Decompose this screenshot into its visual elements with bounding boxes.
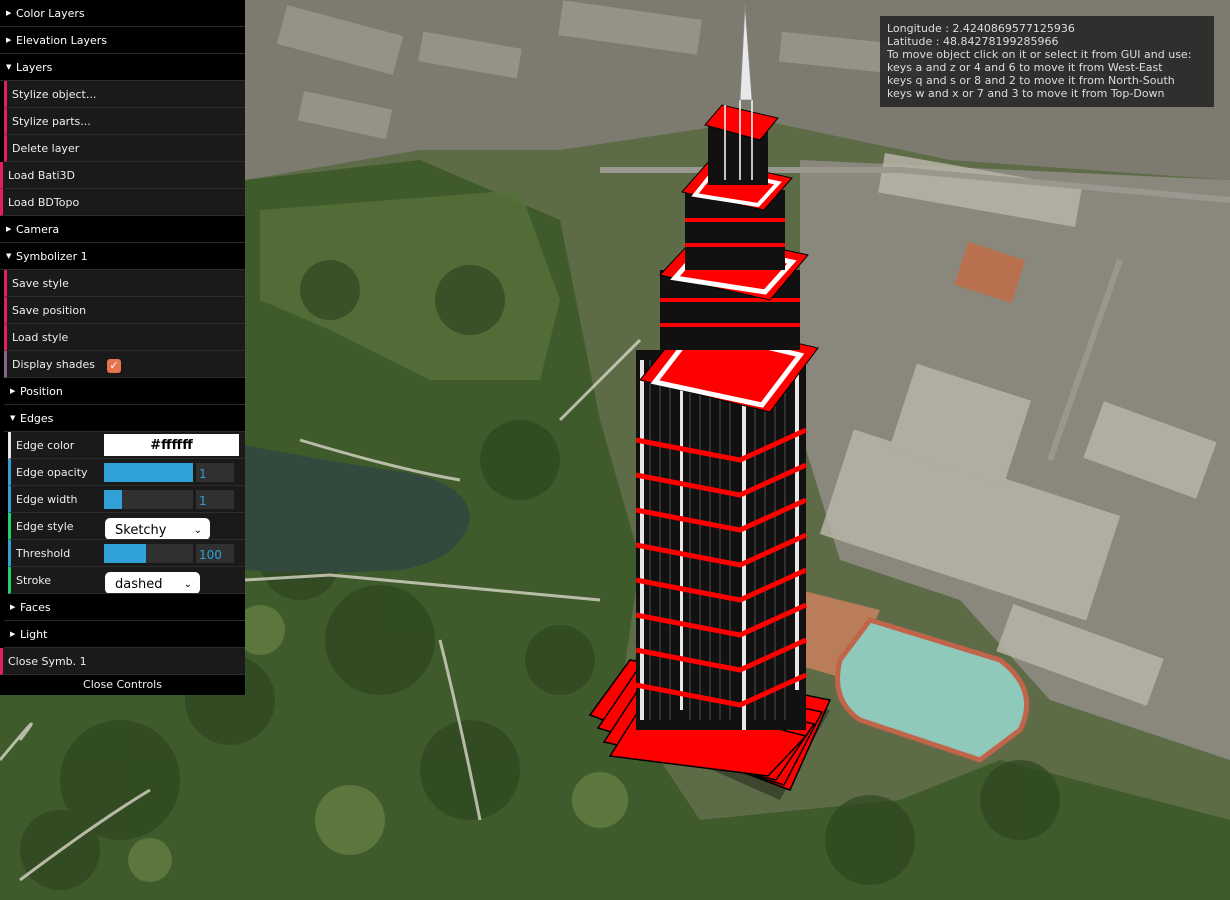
load-bdtopo-button[interactable]: Load BDTopo <box>0 189 245 216</box>
edge-style-value: Sketchy <box>115 522 167 538</box>
edge-width-slider[interactable] <box>104 489 193 509</box>
folder-elevation-layers[interactable]: ▶ Elevation Layers <box>0 27 245 54</box>
chevron-right-icon: ▶ <box>6 225 12 233</box>
folder-label: Position <box>20 384 63 398</box>
threshold-label: Threshold <box>16 546 71 560</box>
display-shades-checkbox[interactable]: ✓ <box>107 358 121 373</box>
controls-panel: ▶ Color Layers ▶ Elevation Layers ▼ Laye… <box>0 0 245 695</box>
folder-label: Light <box>20 627 48 641</box>
chevron-right-icon: ▶ <box>6 36 12 44</box>
delete-layer-button[interactable]: Delete layer <box>4 135 245 162</box>
edge-width-input[interactable]: 1 <box>196 489 234 509</box>
button-label: Load style <box>12 330 69 344</box>
help-line: To move object click on it or select it … <box>887 48 1192 61</box>
folder-label: Faces <box>20 600 51 614</box>
save-style-button[interactable]: Save style <box>4 270 245 297</box>
threshold-row: Threshold 100 <box>8 540 245 567</box>
stylize-object-button[interactable]: Stylize object... <box>4 81 245 108</box>
threshold-input[interactable]: 100 <box>196 543 234 563</box>
folder-light[interactable]: ▶ Light <box>4 621 245 648</box>
folder-label: Symbolizer 1 <box>16 249 88 263</box>
folder-faces[interactable]: ▶ Faces <box>4 594 245 621</box>
chevron-down-icon: ⌄ <box>183 578 192 590</box>
folder-camera[interactable]: ▶ Camera <box>0 216 245 243</box>
folder-label: Layers <box>16 60 53 74</box>
button-label: Close Symb. 1 <box>8 654 87 668</box>
slider-fill <box>104 462 193 482</box>
folder-edges[interactable]: ▼ Edges <box>4 405 245 432</box>
chevron-right-icon: ▶ <box>10 603 16 611</box>
latitude-readout: Latitude : 48.84278199285966 <box>887 35 1059 48</box>
edge-color-input[interactable]: #ffffff <box>104 434 239 456</box>
save-position-button[interactable]: Save position <box>4 297 245 324</box>
chevron-down-icon: ⌄ <box>193 524 202 536</box>
folder-color-layers[interactable]: ▶ Color Layers <box>0 0 245 27</box>
threshold-slider[interactable] <box>104 543 193 563</box>
folder-label: Edges <box>20 411 54 425</box>
chevron-right-icon: ▶ <box>10 630 16 638</box>
help-line: keys a and z or 4 and 6 to move it from … <box>887 61 1163 74</box>
stroke-label: Stroke <box>16 573 52 587</box>
folder-label: Elevation Layers <box>16 33 107 47</box>
longitude-readout: Longitude : 2.4240869577125936 <box>887 22 1075 35</box>
slider-fill <box>104 489 122 509</box>
chevron-right-icon: ▶ <box>10 387 16 395</box>
stroke-select[interactable]: dashed ⌄ <box>105 571 200 593</box>
button-label: Load Bati3D <box>8 168 76 182</box>
edge-opacity-label: Edge opacity <box>16 465 88 479</box>
chevron-down-icon: ▼ <box>6 252 12 260</box>
edge-style-select[interactable]: Sketchy ⌄ <box>105 517 210 539</box>
button-label: Stylize object... <box>12 87 97 101</box>
close-controls-button[interactable]: Close Controls <box>0 675 245 695</box>
edge-opacity-row: Edge opacity 1 <box>8 459 245 486</box>
edge-width-label: Edge width <box>16 492 78 506</box>
folder-position[interactable]: ▶ Position <box>4 378 245 405</box>
edge-width-row: Edge width 1 <box>8 486 245 513</box>
button-label: Save style <box>12 276 69 290</box>
info-overlay: Longitude : 2.4240869577125936 Latitude … <box>880 16 1214 107</box>
button-label: Stylize parts... <box>12 114 91 128</box>
button-label: Delete layer <box>12 141 80 155</box>
load-style-button[interactable]: Load style <box>4 324 245 351</box>
display-shades-row: Display shades ✓ <box>4 351 245 378</box>
edge-color-row: Edge color #ffffff <box>8 432 245 459</box>
button-label: Load BDTopo <box>8 195 80 209</box>
close-symbolizer-button[interactable]: Close Symb. 1 <box>0 648 245 675</box>
edge-color-label: Edge color <box>16 438 75 452</box>
edge-style-label: Edge style <box>16 519 74 533</box>
folder-label: Color Layers <box>16 6 85 20</box>
edge-style-row: Edge style Sketchy ⌄ <box>8 513 245 540</box>
folder-layers[interactable]: ▼ Layers <box>0 54 245 81</box>
edge-opacity-input[interactable]: 1 <box>196 462 234 482</box>
display-shades-label: Display shades <box>12 357 95 371</box>
stylize-parts-button[interactable]: Stylize parts... <box>4 108 245 135</box>
chevron-down-icon: ▼ <box>6 63 12 71</box>
folder-symbolizer[interactable]: ▼ Symbolizer 1 <box>0 243 245 270</box>
load-bati3d-button[interactable]: Load Bati3D <box>0 162 245 189</box>
help-line: keys q and s or 8 and 2 to move it from … <box>887 74 1175 87</box>
chevron-right-icon: ▶ <box>6 9 12 17</box>
edge-opacity-slider[interactable] <box>104 462 193 482</box>
button-label: Save position <box>12 303 87 317</box>
stroke-row: Stroke dashed ⌄ <box>8 567 245 594</box>
help-line: keys w and x or 7 and 3 to move it from … <box>887 87 1165 100</box>
folder-label: Camera <box>16 222 60 236</box>
stroke-value: dashed <box>115 576 163 592</box>
chevron-down-icon: ▼ <box>10 414 16 422</box>
slider-fill <box>104 543 146 563</box>
